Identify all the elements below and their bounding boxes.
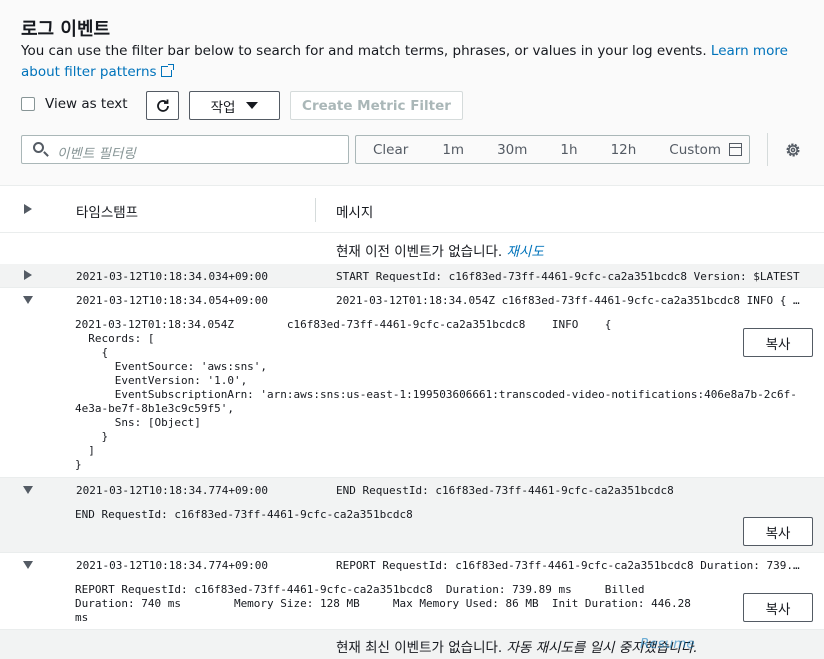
action-dropdown-button[interactable]: 작업 — [189, 91, 280, 120]
copy-button[interactable]: 복사 — [743, 517, 813, 546]
calendar-icon — [729, 142, 743, 156]
collapse-row-icon[interactable] — [23, 486, 33, 494]
row-timestamp: 2021-03-12T10:18:34.774+09:00 — [76, 484, 269, 497]
filter-events-input[interactable]: 이벤트 필터링 — [21, 135, 349, 164]
time-range-30m[interactable]: 30m — [497, 142, 527, 158]
no-older-message: 현재 이전 이벤트가 없습니다. — [336, 244, 503, 260]
view-as-text-label: View as text — [45, 96, 128, 112]
row-timestamp: 2021-03-12T10:18:34.054+09:00 — [76, 294, 269, 307]
no-older-events-text: 현재 이전 이벤트가 없습니다. 재시도 — [336, 240, 544, 260]
view-as-text-checkbox[interactable] — [21, 97, 35, 111]
external-link-icon — [160, 63, 174, 77]
row-message: START RequestId: c16f83ed-73ff-4461-9cfc… — [336, 270, 800, 283]
column-timestamp: 타임스탬프 — [76, 205, 139, 221]
time-range-1h[interactable]: 1h — [560, 142, 577, 158]
description-text: You can use the filter bar below to sear… — [21, 43, 711, 59]
toolbar-divider — [767, 133, 768, 166]
time-range-custom[interactable]: Custom — [669, 141, 743, 158]
row-message: END RequestId: c16f83ed-73ff-4461-9cfc-c… — [336, 484, 674, 497]
table-row[interactable]: 2021-03-12T10:18:34.034+09:00 START Requ… — [0, 264, 824, 288]
action-label: 작업 — [210, 99, 236, 116]
custom-label: Custom — [669, 141, 722, 158]
table-header: 타임스탬프 메시지 — [0, 185, 824, 233]
collapse-row-icon[interactable] — [23, 561, 33, 569]
time-range-selector: Clear 1m 30m 1h 12h Custom — [355, 135, 750, 164]
resume-link[interactable]: Resume — [640, 636, 695, 652]
expand-all-icon[interactable] — [24, 204, 32, 214]
page-description: You can use the filter bar below to sear… — [21, 41, 811, 82]
time-range-1m[interactable]: 1m — [442, 142, 464, 158]
row-message: 2021-03-12T01:18:34.054Z c16f83ed-73ff-4… — [336, 294, 800, 307]
no-older-events-row: 현재 이전 이벤트가 없습니다. 재시도 — [0, 233, 824, 264]
page-title: 로그 이벤트 — [21, 19, 111, 40]
row-detail: END RequestId: c16f83ed-73ff-4461-9cfc-c… — [75, 508, 413, 521]
create-metric-filter-button[interactable]: Create Metric Filter — [290, 91, 463, 120]
row-detail: 2021-03-12T01:18:34.054Z c16f83ed-73ff-4… — [75, 318, 797, 471]
time-range-12h[interactable]: 12h — [611, 142, 637, 158]
time-range-clear[interactable]: Clear — [373, 142, 408, 158]
row-timestamp: 2021-03-12T10:18:34.774+09:00 — [76, 559, 269, 572]
filter-placeholder: 이벤트 필터링 — [57, 146, 136, 162]
refresh-button[interactable] — [146, 91, 179, 120]
no-newer-events-row: 현재 최신 이벤트가 없습니다. 자동 재시도를 일시 중지했습니다. Resu… — [0, 630, 824, 659]
collapse-row-icon[interactable] — [23, 296, 33, 304]
retry-link[interactable]: 재시도 — [507, 244, 544, 260]
search-icon — [33, 142, 44, 153]
expand-row-icon[interactable] — [24, 270, 32, 280]
table-row[interactable]: 2021-03-12T10:18:34.054+09:00 2021-03-12… — [0, 288, 824, 478]
table-row[interactable]: 2021-03-12T10:18:34.774+09:00 END Reques… — [0, 478, 824, 553]
no-newer-message: 현재 최신 이벤트가 없습니다. — [336, 640, 503, 656]
row-detail: REPORT RequestId: c16f83ed-73ff-4461-9cf… — [75, 583, 691, 624]
row-timestamp: 2021-03-12T10:18:34.034+09:00 — [76, 270, 269, 283]
settings-gear-icon[interactable] — [785, 142, 801, 158]
copy-button[interactable]: 복사 — [743, 593, 813, 622]
copy-button[interactable]: 복사 — [743, 328, 813, 357]
row-message: REPORT RequestId: c16f83ed-73ff-4461-9cf… — [336, 559, 800, 572]
table-row[interactable]: 2021-03-12T10:18:34.774+09:00 REPORT Req… — [0, 553, 824, 630]
refresh-icon — [156, 99, 169, 112]
caret-down-icon — [246, 102, 259, 109]
column-separator — [315, 198, 316, 222]
column-message: 메시지 — [336, 205, 374, 221]
